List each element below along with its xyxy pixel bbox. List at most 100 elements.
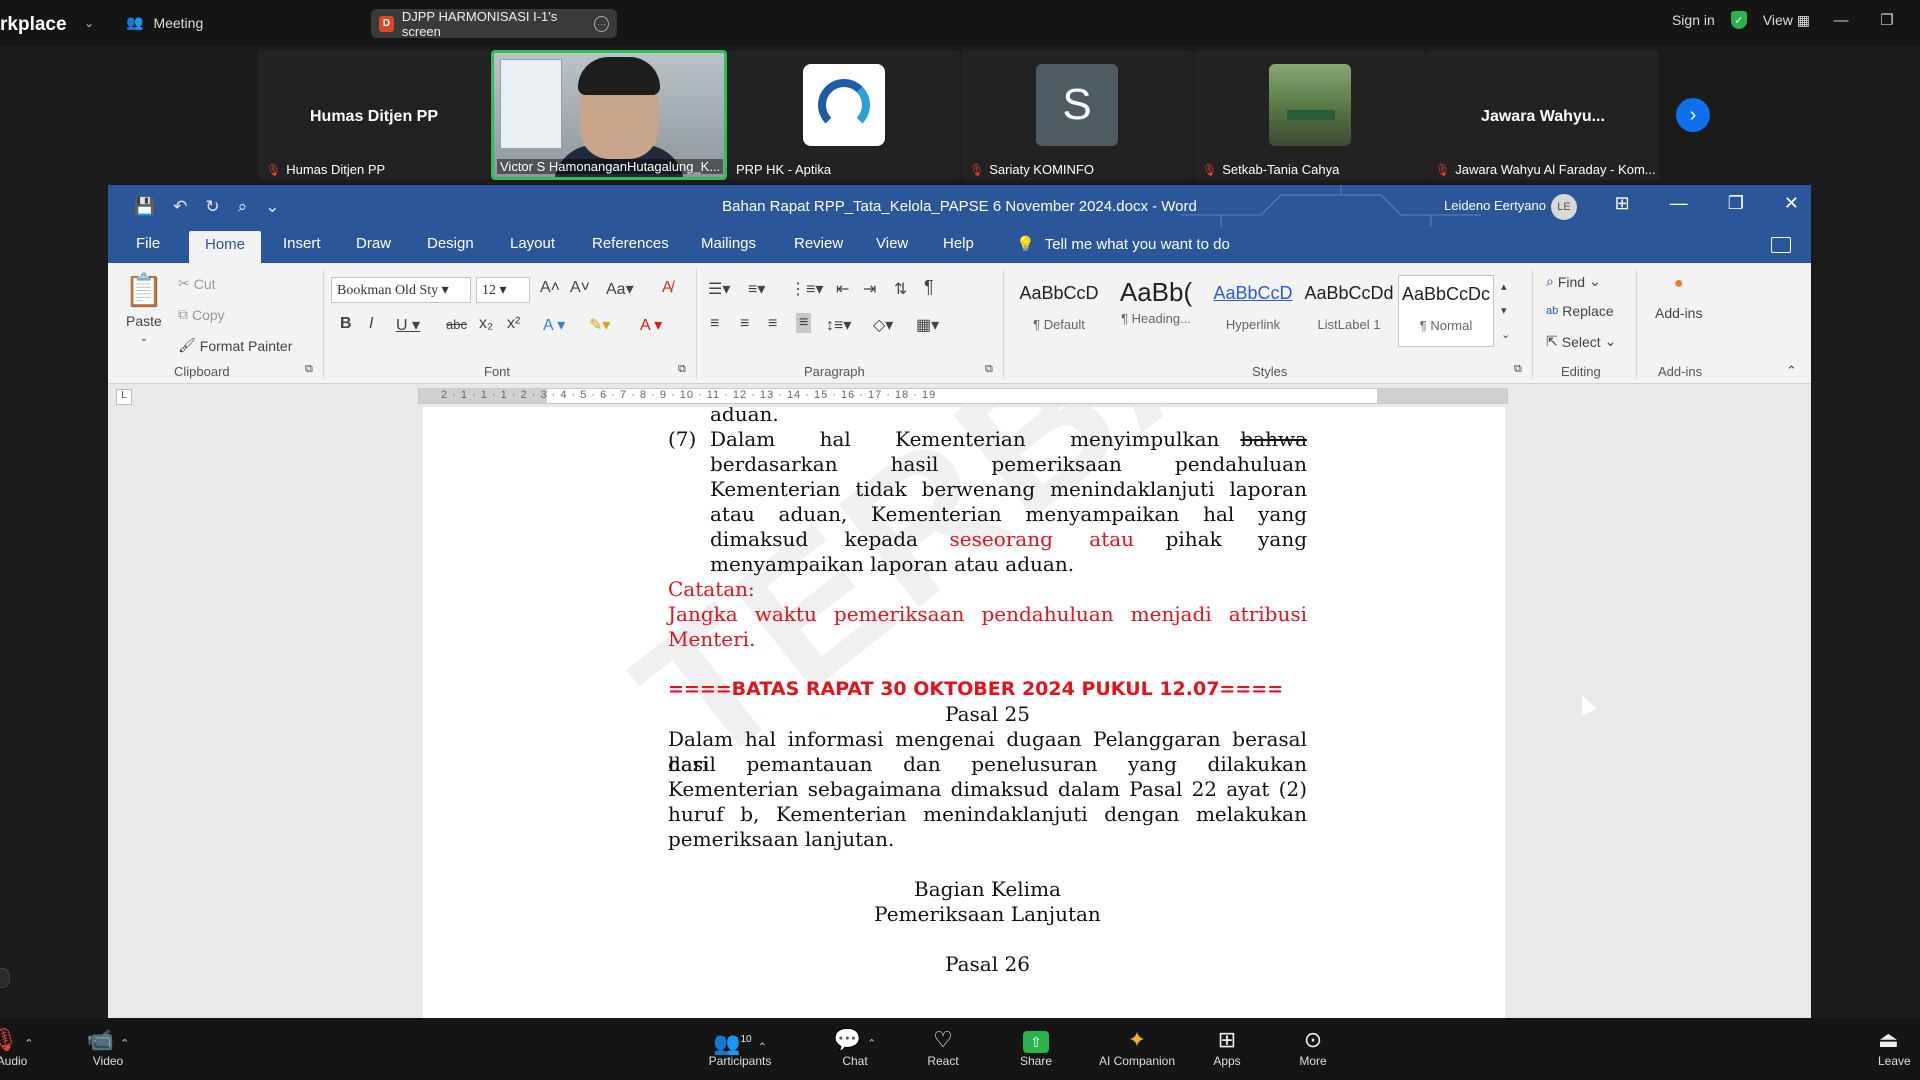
close-icon[interactable]: ✕ xyxy=(1784,193,1799,214)
section-heading: Bagian Kelima xyxy=(914,877,1061,901)
shading-icon[interactable]: ◇▾ xyxy=(873,315,893,335)
participant-tile[interactable]: S 🎙 Sariaty KOMINFO xyxy=(961,50,1193,180)
find-button[interactable]: ⌕ Find ⌄ xyxy=(1546,273,1601,290)
sign-in-link[interactable]: Sign in xyxy=(1672,12,1715,28)
style-hyperlink[interactable]: AaBbCcD Hyperlink xyxy=(1205,275,1301,347)
line-spacing-icon[interactable]: ↕≡▾ xyxy=(826,315,851,335)
increase-indent-icon[interactable]: ⇥ xyxy=(863,279,876,299)
dialog-launcher-icon[interactable]: ⧉ xyxy=(678,363,686,376)
user-name[interactable]: Leideno Eertyano xyxy=(1444,198,1546,213)
tab-layout[interactable]: Layout xyxy=(510,235,555,252)
participant-tile[interactable]: Humas Ditjen PP 🎙 Humas Ditjen PP xyxy=(258,50,490,180)
numbering-icon[interactable]: ≡▾ xyxy=(748,279,765,299)
next-page-arrow-icon[interactable]: › xyxy=(1676,98,1710,132)
copy-button[interactable]: ⧉ Copy xyxy=(178,306,225,323)
document-page[interactable]: TERBATAS aduan. (7) Dalam hal Kementeria… xyxy=(423,407,1505,1018)
more-button[interactable]: ⊙ More xyxy=(1273,1026,1353,1068)
align-left-icon[interactable]: ≡ xyxy=(710,315,719,333)
tab-insert[interactable]: Insert xyxy=(283,235,321,252)
security-shield-icon[interactable]: ✓ xyxy=(1730,11,1747,29)
participant-tile[interactable]: 🎙 Setkab-Tania Cahya xyxy=(1194,50,1426,180)
highlight-icon[interactable]: ✎▾ xyxy=(589,315,610,335)
tab-file[interactable]: File xyxy=(136,235,160,252)
tab-review[interactable]: Review xyxy=(794,235,843,252)
borders-icon[interactable]: ▦▾ xyxy=(916,315,939,335)
comments-icon[interactable] xyxy=(1771,237,1791,253)
minimize-icon[interactable]: — xyxy=(1670,193,1688,214)
meeting-label: Meeting xyxy=(153,14,204,31)
sort-icon[interactable]: ⇅ xyxy=(894,279,907,299)
tab-selector[interactable]: L xyxy=(116,389,132,405)
bullets-icon[interactable]: ☰▾ xyxy=(708,279,730,299)
view-button[interactable]: View ▦ xyxy=(1763,12,1810,29)
grow-font-icon[interactable]: A˄ xyxy=(540,279,560,297)
audio-button[interactable]: 🎙 ⌃ Audio xyxy=(0,1026,52,1068)
leave-button[interactable]: ⏏ Leave xyxy=(1878,1026,1920,1068)
font-color-icon[interactable]: A ▾ xyxy=(640,315,662,335)
tab-references[interactable]: References xyxy=(592,235,669,252)
dialog-launcher-icon[interactable]: ⧉ xyxy=(305,363,313,376)
font-size-combo[interactable]: 12 ▾ xyxy=(476,277,530,303)
ruler-track[interactable]: 2 · 1 · 1 · 1 · 2 · 3 · 4 · 5 · 6 · 7 · … xyxy=(418,388,1508,404)
multilevel-list-icon[interactable]: ⋮≡▾ xyxy=(790,279,823,299)
select-button[interactable]: ⇱ Select ⌄ xyxy=(1546,333,1616,350)
add-ins-button[interactable]: ● Add-ins xyxy=(1655,275,1702,321)
styles-scroll-icon[interactable]: ▴ ▾ ⌄ xyxy=(1501,275,1510,347)
collapse-ribbon-icon[interactable]: ⌃ xyxy=(1786,363,1797,379)
justify-icon[interactable]: ≡ xyxy=(796,313,812,333)
shrink-font-icon[interactable]: A˅ xyxy=(570,279,590,297)
side-handle[interactable] xyxy=(0,968,10,988)
minimize-icon[interactable]: — xyxy=(1826,12,1856,29)
tab-design[interactable]: Design xyxy=(427,235,474,252)
change-case-icon[interactable]: Aa▾ xyxy=(606,279,634,299)
italic-icon[interactable]: I xyxy=(369,315,373,333)
tab-mailings[interactable]: Mailings xyxy=(701,235,756,252)
style-normal[interactable]: AaBbCcDc ¶ Normal xyxy=(1398,275,1494,347)
style-heading[interactable]: AaBb( ¶ Heading... xyxy=(1108,275,1204,347)
style-listlabel[interactable]: AaBbCcDd ListLabel 1 xyxy=(1301,275,1397,347)
tab-view[interactable]: View xyxy=(876,235,908,252)
replace-button[interactable]: ab Replace xyxy=(1546,303,1614,319)
bold-icon[interactable]: B xyxy=(340,315,352,333)
apps-button[interactable]: ⊞ Apps xyxy=(1187,1026,1267,1068)
video-button[interactable]: 📹 ⌃ Video xyxy=(68,1026,148,1068)
tab-help[interactable]: Help xyxy=(943,235,974,252)
style-default[interactable]: AaBbCcD ¶ Default xyxy=(1011,275,1107,347)
text-effects-icon[interactable]: A ▾ xyxy=(543,315,565,335)
meeting-menu[interactable]: 👥 Meeting xyxy=(126,14,203,31)
restore-icon[interactable]: ❐ xyxy=(1872,11,1902,29)
chevron-down-icon[interactable]: ⌄ xyxy=(84,16,94,30)
screen-share-indicator[interactable]: D DJPP HARMONISASI I-1's screen ··· xyxy=(371,9,617,39)
share-button[interactable]: ⇧ Share xyxy=(996,1026,1076,1068)
dialog-launcher-icon[interactable]: ⧉ xyxy=(985,363,993,376)
subscript-icon[interactable]: x₂ xyxy=(479,315,493,333)
ribbon-display-options-icon[interactable]: ⊞ xyxy=(1615,193,1630,214)
participants-button[interactable]: 👥10 ⌃ Participants xyxy=(700,1026,780,1068)
font-name-combo[interactable]: Bookman Old Sty ▾ xyxy=(331,277,471,303)
format-painter-button[interactable]: 🖌 Format Painter xyxy=(178,337,292,354)
ai-companion-button[interactable]: ✦ AI Companion xyxy=(1097,1026,1177,1068)
chat-button[interactable]: 💬 ⌃ Chat xyxy=(815,1026,895,1068)
tell-me-search[interactable]: 💡 Tell me what you want to do xyxy=(1016,235,1230,254)
react-button[interactable]: ♡ React xyxy=(903,1026,983,1068)
align-center-icon[interactable]: ≡ xyxy=(740,315,749,333)
align-right-icon[interactable]: ≡ xyxy=(768,315,777,333)
avatar[interactable]: LE xyxy=(1551,194,1577,220)
tab-draw[interactable]: Draw xyxy=(356,235,391,252)
restore-icon[interactable]: ❐ xyxy=(1728,193,1744,214)
document-area[interactable]: TERBATAS aduan. (7) Dalam hal Kementeria… xyxy=(108,407,1811,1018)
participant-tile[interactable]: PRP HK - Aptika xyxy=(728,50,960,180)
strikethrough-icon[interactable]: abc xyxy=(446,317,467,332)
paste-button[interactable]: 📋 Paste ⌄ xyxy=(124,271,164,344)
more-options-icon[interactable]: ··· xyxy=(593,15,609,32)
tab-home[interactable]: Home xyxy=(189,231,262,263)
decrease-indent-icon[interactable]: ⇤ xyxy=(836,279,849,299)
dialog-launcher-icon[interactable]: ⧉ xyxy=(1514,363,1522,376)
participant-tile-speaking[interactable]: Victor S HamonanganHutagalung_K... xyxy=(491,50,727,180)
superscript-icon[interactable]: x² xyxy=(507,315,520,333)
underline-icon[interactable]: U ▾ xyxy=(396,315,420,335)
show-marks-icon[interactable]: ¶ xyxy=(924,277,934,298)
cut-button[interactable]: ✂ Cut xyxy=(178,275,216,292)
clear-formatting-icon[interactable]: A̸ xyxy=(662,279,673,297)
participant-tile[interactable]: Jawara Wahyu... 🎙 Jawara Wahyu Al Faraday… xyxy=(1427,50,1659,180)
